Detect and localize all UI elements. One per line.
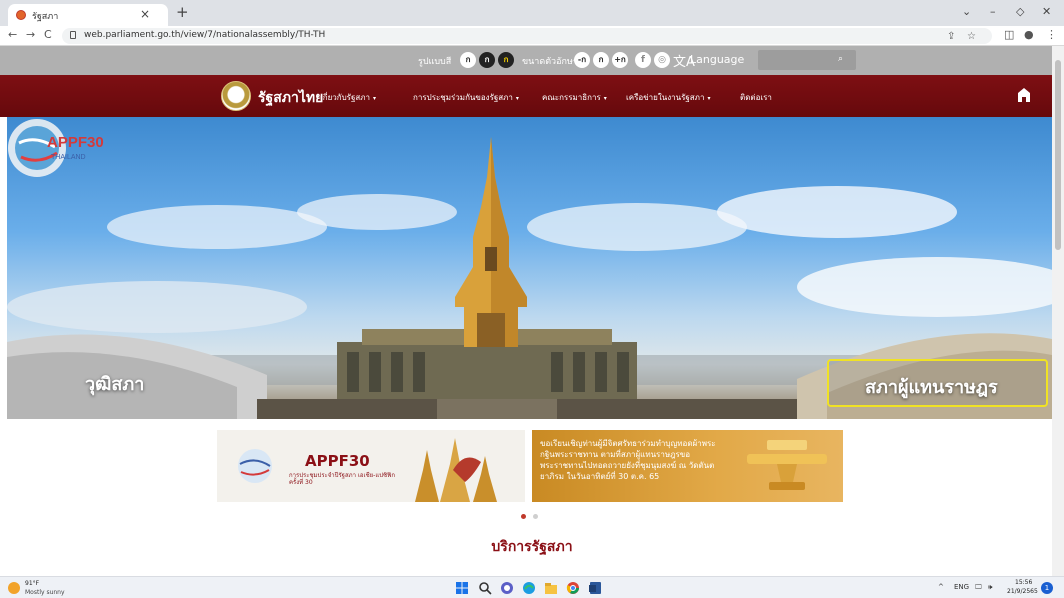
banner1-subtitle: การประชุมประจำปีรัฐสภา เอเชีย-แปซิฟิก คร… (289, 472, 395, 486)
tab-title: รัฐสภา (32, 12, 59, 22)
tray-overflow-icon[interactable]: ^ (938, 583, 944, 591)
appf30-globe-icon (238, 449, 272, 483)
input-language-indicator[interactable]: ENG (954, 583, 969, 591)
word-icon[interactable] (588, 581, 602, 595)
font-decrease-button[interactable]: -ก (574, 52, 590, 68)
file-explorer-icon[interactable] (544, 581, 558, 595)
nav-item-joint-sitting[interactable]: การประชุมร่วมกันของรัฐสภา ▾ (413, 91, 519, 104)
chevron-down-icon: ▾ (373, 95, 377, 102)
favicon-icon (16, 10, 26, 20)
search-icon[interactable]: ⌕ (838, 54, 843, 64)
theme-dark-button[interactable]: ก (479, 52, 495, 68)
nav-item-label: เครือข่ายในงานรัฐสภา (626, 93, 705, 102)
chevron-down-icon: ▾ (603, 95, 607, 102)
senate-link[interactable]: วุฒิสภา (85, 369, 144, 398)
share-icon[interactable]: ⇪ (947, 31, 955, 42)
scrollbar-thumb[interactable] (1055, 60, 1061, 250)
font-normal-button[interactable]: ก (593, 52, 609, 68)
carousel-dot[interactable] (533, 514, 538, 519)
url-text: web.parliament.go.th/view/7/nationalasse… (84, 30, 326, 40)
address-bar: ← → C web.parliament.go.th/view/7/nation… (0, 26, 1064, 46)
forward-icon[interactable]: → (26, 28, 35, 41)
browser-window: รัฐสภา × + ⌄ – ◇ ✕ ← → C web.parliament.… (0, 0, 1064, 598)
house-label: สภาผู้แทนราษฎร (865, 377, 998, 398)
kathin-ceremony-banner[interactable]: ขอเรียนเชิญท่านผู้มีจิตศรัทธาร่วมทำบุญทอ… (532, 430, 843, 502)
home-icon[interactable] (1017, 87, 1031, 103)
page-scrollbar[interactable] (1052, 46, 1064, 580)
tab-close-icon[interactable]: × (140, 7, 150, 21)
maximize-button[interactable]: ◇ (1016, 5, 1024, 18)
lock-icon[interactable] (70, 31, 76, 39)
facebook-icon[interactable]: f (635, 52, 651, 68)
weather-description: Mostly sunny (25, 589, 65, 596)
side-panel-icon[interactable]: ◫ (1004, 28, 1014, 41)
nav-item-label: ติดต่อเรา (740, 93, 772, 102)
tab-strip: รัฐสภา × + ⌄ – ◇ ✕ (0, 0, 1064, 26)
hero-banner: วุฒิสภา สภาผู้แทนราษฎร APPF30 THAILAND (7, 117, 1052, 419)
weather-icon[interactable] (8, 582, 20, 594)
nav-item-contact[interactable]: ติดต่อเรา (740, 91, 772, 104)
notification-badge[interactable]: 1 (1041, 582, 1053, 594)
theme-contrast-button[interactable]: ก (498, 52, 514, 68)
search-input[interactable]: ⌕ (758, 50, 856, 70)
theme-normal-button[interactable]: ก (460, 52, 476, 68)
golden-offering-tray-icon (747, 440, 827, 490)
color-theme-label: รูปแบบสี (418, 57, 452, 67)
chevron-down-icon: ▾ (707, 95, 711, 102)
accessibility-bar: รูปแบบสี ก ก ก ขนาดตัวอักษร -ก ก +ก f ◎ … (0, 46, 1064, 75)
section-title: บริการรัฐสภา (491, 539, 573, 555)
nav-item-network[interactable]: เครือข่ายในงานรัฐสภา ▾ (626, 91, 710, 104)
appf30-banner[interactable]: APPF30 การประชุมประจำปีรัฐสภา เอเชีย-แปซ… (217, 430, 525, 502)
browser-menu-icon[interactable]: ⋮ (1046, 28, 1057, 41)
carousel-dot-active[interactable] (521, 514, 526, 519)
badge-title: APPF30 (47, 134, 104, 151)
weather-temperature: 91°F (25, 580, 40, 587)
main-nav (0, 75, 1064, 117)
minimize-button[interactable]: – (990, 5, 996, 18)
badge-subtitle: THAILAND (51, 154, 86, 161)
tab-search-icon[interactable]: ⌄ (962, 5, 971, 18)
url-field[interactable]: web.parliament.go.th/view/7/nationalasse… (62, 28, 992, 44)
display-icon[interactable]: 🖵 (975, 583, 982, 592)
bookmark-star-icon[interactable]: ☆ (967, 31, 976, 42)
line-icon[interactable]: ◎ (654, 52, 670, 68)
banner1-title: APPF30 (305, 452, 370, 470)
font-increase-button[interactable]: +ก (612, 52, 628, 68)
language-link[interactable]: Language (690, 53, 744, 66)
volume-icon[interactable]: 🕪 (988, 583, 992, 592)
house-of-representatives-link[interactable]: สภาผู้แทนราษฎร (827, 359, 1048, 407)
reload-icon[interactable]: C (44, 28, 52, 41)
chevron-down-icon: ▾ (515, 95, 519, 102)
close-window-button[interactable]: ✕ (1042, 5, 1051, 18)
taskbar: 91°F Mostly sunny ^ ENG 🖵 🕪 15:56 21/9/2… (0, 576, 1064, 598)
site-title[interactable]: รัฐสภาไทย (258, 87, 323, 109)
font-size-label: ขนาดตัวอักษร (522, 57, 578, 67)
parliament-emblem-logo[interactable] (221, 81, 251, 111)
banner2-text: ขอเรียนเชิญท่านผู้มีจิตศรัทธาร่วมทำบุญทอ… (540, 439, 716, 481)
profile-icon[interactable]: ● (1024, 28, 1034, 41)
back-icon[interactable]: ← (8, 28, 17, 41)
clock-date[interactable]: 21/9/2565 (1007, 588, 1038, 595)
temple-illustration (415, 438, 497, 502)
edge-icon[interactable] (522, 581, 536, 595)
chrome-icon[interactable] (566, 581, 580, 595)
chat-icon[interactable] (500, 581, 514, 595)
search-icon[interactable] (478, 581, 492, 595)
nav-item-committees[interactable]: คณะกรรมาธิการ ▾ (542, 91, 607, 104)
nav-item-label: การประชุมร่วมกันของรัฐสภา (413, 93, 513, 102)
windows-start-icon[interactable] (455, 581, 469, 595)
new-tab-button[interactable]: + (176, 4, 189, 20)
nav-item-about[interactable]: เกี่ยวกับรัฐสภา ▾ (320, 91, 376, 104)
clock-time[interactable]: 15:56 (1015, 579, 1032, 586)
nav-item-label: เกี่ยวกับรัฐสภา (320, 93, 371, 102)
appf30-badge-logo[interactable]: APPF30 THAILAND (7, 117, 113, 179)
nav-item-label: คณะกรรมาธิการ (542, 93, 601, 102)
browser-tab[interactable]: รัฐสภา × (8, 4, 168, 26)
